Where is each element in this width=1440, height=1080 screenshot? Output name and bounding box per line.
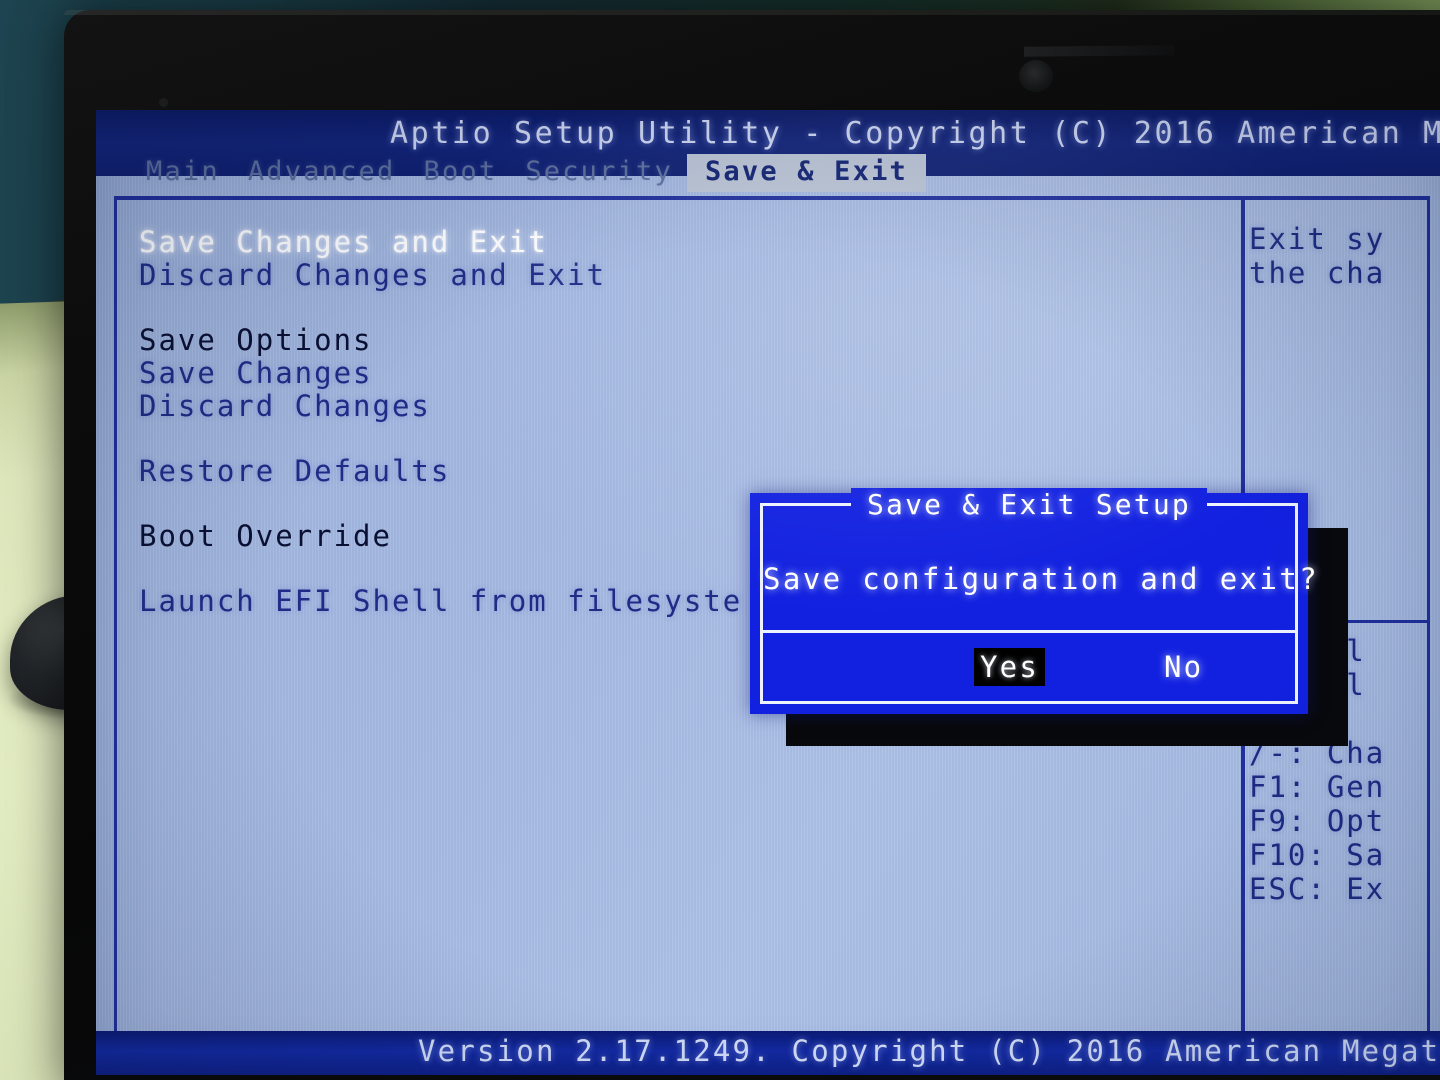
key-legend-f1: F1: Gen [1249, 770, 1386, 804]
laptop-photo: Aptio Setup Utility - Copyright (C) 2016… [0, 0, 1440, 1080]
tab-security[interactable]: Security [511, 154, 687, 191]
help-description-line-2: the cha [1249, 256, 1386, 290]
page-title: Aptio Setup Utility - Copyright (C) 2016… [390, 116, 1440, 151]
webcam-indicator-icon [159, 98, 168, 107]
help-description-line-1: Exit sy [1249, 222, 1386, 256]
bios-footer-bar: Version 2.17.1249. Copyright (C) 2016 Am… [96, 1031, 1440, 1075]
tab-main[interactable]: Main [132, 154, 234, 191]
menu-item-restore-defaults[interactable]: Restore Defaults [139, 455, 1219, 488]
menu-spacer-1 [139, 292, 1219, 324]
dialog-button-row: Yes No [763, 633, 1295, 701]
menu-item-save-changes-and-exit[interactable]: Save Changes and Exit [139, 226, 1219, 259]
tab-save-and-exit[interactable]: Save & Exit [686, 154, 926, 192]
key-legend-esc: ESC: Ex [1249, 872, 1386, 906]
menu-item-discard-changes-and-exit[interactable]: Discard Changes and Exit [139, 259, 1219, 292]
version-text: Version 2.17.1249. Copyright (C) 2016 Am… [418, 1034, 1440, 1068]
save-exit-dialog: Save & Exit Setup Save configuration and… [750, 488, 1320, 714]
menu-item-save-changes[interactable]: Save Changes [139, 357, 1219, 390]
key-legend-f9: F9: Opt [1249, 804, 1386, 838]
bios-screen: Aptio Setup Utility - Copyright (C) 2016… [96, 110, 1440, 1075]
dialog-message: Save configuration and exit? [763, 562, 1320, 596]
webcam-icon [1019, 60, 1053, 92]
bezel-highlight [64, 10, 1440, 15]
tab-advanced[interactable]: Advanced [234, 154, 410, 191]
tab-boot[interactable]: Boot [409, 154, 511, 191]
menu-spacer-2 [139, 423, 1219, 455]
menu-item-discard-changes[interactable]: Discard Changes [139, 390, 1219, 423]
dialog-title-wrap: Save & Exit Setup [763, 488, 1295, 521]
bios-tab-bar[interactable]: Main Advanced Boot Security Save & Exit [96, 154, 1440, 192]
dialog-title: Save & Exit Setup [851, 488, 1207, 521]
bezel-seam [1023, 45, 1175, 57]
no-button[interactable]: No [1158, 648, 1209, 686]
menu-section-save-options: Save Options [139, 323, 373, 357]
yes-button[interactable]: Yes [974, 648, 1045, 686]
dialog-inner-border: Save & Exit Setup Save configuration and… [760, 488, 1320, 704]
key-legend-f10: F10: Sa [1249, 838, 1386, 872]
